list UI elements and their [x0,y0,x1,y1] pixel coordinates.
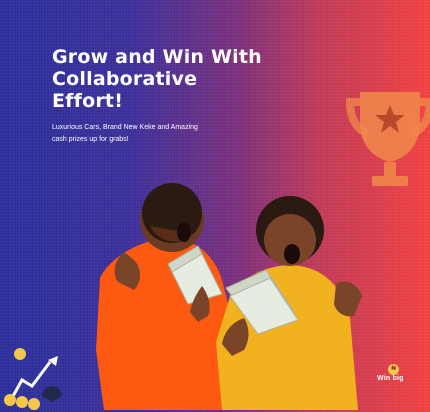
celebrating-people-illustration [96,183,362,410]
subcopy: Luxurious Cars, Brand New Keke and Amazi… [52,124,198,143]
win-big-logo: ₦ Win big [370,364,420,390]
right-person [216,196,362,410]
growth-chart-icon [4,348,62,410]
headline: Grow and Win With Collaborative Effort! [52,46,262,112]
promo-banner: Grow and Win With Collaborative Effort! … [0,0,430,412]
left-person [96,183,232,410]
win-big-badge: ₦ [388,364,399,375]
win-big-text: Win big [377,375,404,382]
